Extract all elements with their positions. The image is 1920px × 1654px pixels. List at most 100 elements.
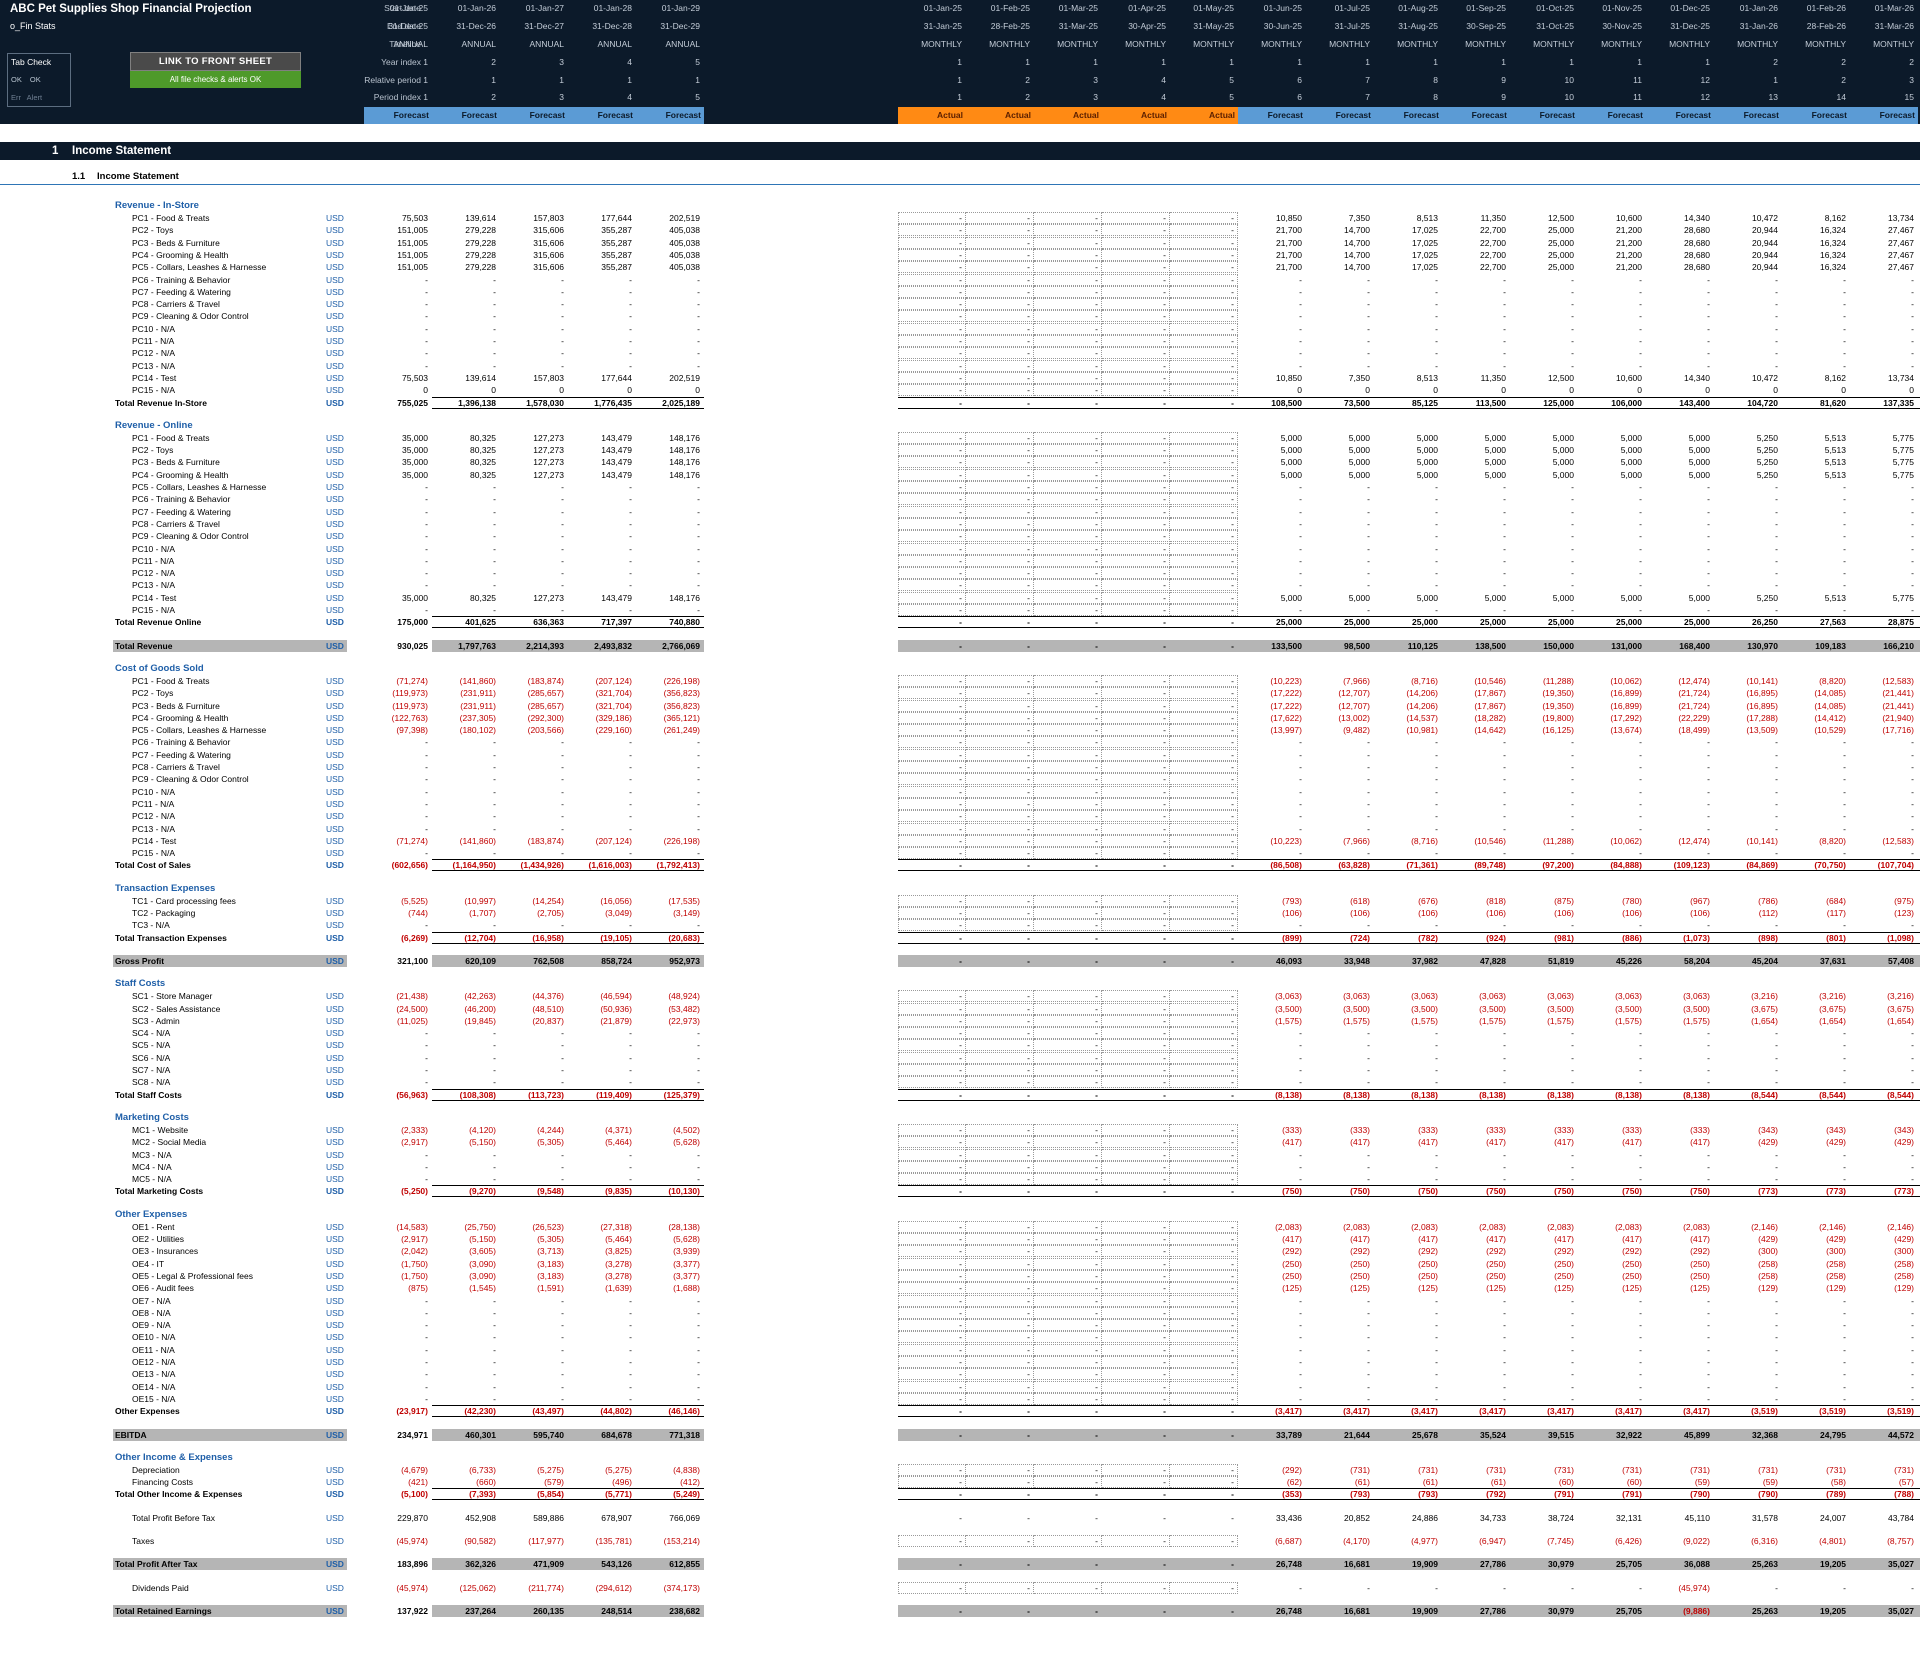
annual-value[interactable]: (6,269) — [364, 932, 432, 944]
monthly-value[interactable]: - — [1510, 604, 1578, 616]
annual-value[interactable]: (292,300) — [500, 712, 568, 724]
annual-value[interactable]: - — [500, 1295, 568, 1307]
monthly-value[interactable]: - — [1102, 1558, 1170, 1570]
monthly-value[interactable]: - — [1714, 1173, 1782, 1185]
annual-value[interactable]: 143,479 — [568, 432, 636, 444]
monthly-value[interactable]: 16,324 — [1782, 261, 1850, 273]
annual-value[interactable]: (28,138) — [636, 1221, 704, 1233]
monthly-value[interactable]: - — [966, 543, 1034, 555]
monthly-value[interactable]: - — [1442, 847, 1510, 859]
monthly-value[interactable]: 17,025 — [1374, 224, 1442, 236]
monthly-value[interactable]: (125) — [1238, 1282, 1306, 1294]
monthly-value[interactable]: - — [1578, 1331, 1646, 1343]
monthly-value[interactable]: (14,206) — [1374, 700, 1442, 712]
monthly-value[interactable]: 25,263 — [1714, 1558, 1782, 1570]
monthly-value[interactable]: - — [1646, 1064, 1714, 1076]
monthly-value[interactable]: - — [1170, 1089, 1238, 1101]
monthly-value[interactable]: - — [1510, 1076, 1578, 1088]
monthly-value[interactable]: - — [1170, 955, 1238, 967]
monthly-value[interactable]: - — [1578, 1368, 1646, 1380]
monthly-value[interactable]: - — [1782, 604, 1850, 616]
annual-value[interactable]: 148,176 — [636, 432, 704, 444]
monthly-value[interactable]: - — [1170, 1381, 1238, 1393]
monthly-value[interactable]: - — [1034, 567, 1102, 579]
monthly-value[interactable]: - — [1850, 604, 1918, 616]
annual-value[interactable]: 248,514 — [568, 1605, 636, 1617]
monthly-value[interactable]: - — [966, 237, 1034, 249]
monthly-value[interactable]: (125) — [1646, 1282, 1714, 1294]
monthly-value[interactable]: - — [1306, 1039, 1374, 1051]
monthly-value[interactable]: - — [1646, 506, 1714, 518]
monthly-value[interactable]: - — [1782, 798, 1850, 810]
annual-value[interactable]: - — [432, 773, 500, 785]
monthly-value[interactable]: - — [1782, 1344, 1850, 1356]
monthly-value[interactable]: - — [966, 506, 1034, 518]
monthly-value[interactable]: - — [1646, 1393, 1714, 1405]
monthly-value[interactable]: 37,982 — [1374, 955, 1442, 967]
monthly-value[interactable]: - — [1102, 1429, 1170, 1441]
annual-value[interactable]: - — [636, 773, 704, 785]
monthly-value[interactable]: - — [898, 397, 966, 409]
monthly-value[interactable]: (3,675) — [1782, 1003, 1850, 1015]
monthly-value[interactable]: - — [1306, 798, 1374, 810]
annual-value[interactable]: 405,038 — [636, 249, 704, 261]
monthly-value[interactable]: (750) — [1238, 1185, 1306, 1197]
monthly-value[interactable]: - — [1646, 335, 1714, 347]
monthly-value[interactable]: - — [1034, 1258, 1102, 1270]
monthly-value[interactable]: (3,063) — [1238, 990, 1306, 1002]
monthly-value[interactable]: - — [1578, 530, 1646, 542]
monthly-value[interactable]: - — [1102, 286, 1170, 298]
annual-value[interactable]: (3,090) — [432, 1270, 500, 1282]
monthly-value[interactable]: - — [1646, 761, 1714, 773]
monthly-value[interactable]: - — [1170, 932, 1238, 944]
monthly-value[interactable]: - — [1170, 761, 1238, 773]
monthly-value[interactable]: - — [1238, 274, 1306, 286]
monthly-value[interactable]: - — [1782, 1149, 1850, 1161]
annual-value[interactable]: 151,005 — [364, 261, 432, 273]
monthly-value[interactable]: - — [1850, 798, 1918, 810]
monthly-value[interactable]: - — [966, 1405, 1034, 1417]
monthly-value[interactable]: - — [1102, 469, 1170, 481]
monthly-value[interactable]: - — [1238, 1027, 1306, 1039]
annual-value[interactable]: - — [500, 736, 568, 748]
monthly-value[interactable]: - — [1170, 310, 1238, 322]
monthly-value[interactable]: (924) — [1442, 932, 1510, 944]
monthly-value[interactable]: - — [1850, 310, 1918, 322]
monthly-value[interactable]: - — [1646, 360, 1714, 372]
monthly-value[interactable]: - — [1034, 1381, 1102, 1393]
monthly-value[interactable]: - — [1442, 347, 1510, 359]
monthly-value[interactable]: - — [1374, 773, 1442, 785]
monthly-value[interactable]: (417) — [1578, 1233, 1646, 1245]
monthly-value[interactable]: 16,324 — [1782, 224, 1850, 236]
monthly-value[interactable]: (791) — [1510, 1488, 1578, 1500]
monthly-value[interactable]: - — [1578, 786, 1646, 798]
monthly-value[interactable]: - — [966, 274, 1034, 286]
monthly-value[interactable]: (3,417) — [1442, 1405, 1510, 1417]
monthly-value[interactable]: - — [1034, 700, 1102, 712]
monthly-value[interactable]: - — [1034, 798, 1102, 810]
annual-value[interactable]: (42,263) — [432, 990, 500, 1002]
monthly-value[interactable]: 21,700 — [1238, 224, 1306, 236]
monthly-value[interactable]: - — [898, 298, 966, 310]
monthly-value[interactable]: 22,700 — [1442, 224, 1510, 236]
monthly-value[interactable]: - — [1238, 1393, 1306, 1405]
monthly-value[interactable]: - — [1102, 616, 1170, 628]
monthly-value[interactable]: - — [1170, 274, 1238, 286]
monthly-value[interactable]: - — [1714, 347, 1782, 359]
annual-value[interactable]: 2,766,069 — [636, 640, 704, 652]
monthly-value[interactable]: 108,500 — [1238, 397, 1306, 409]
annual-value[interactable]: - — [636, 1319, 704, 1331]
monthly-value[interactable]: - — [1510, 518, 1578, 530]
monthly-value[interactable]: - — [1306, 749, 1374, 761]
annual-value[interactable]: 0 — [364, 384, 432, 396]
monthly-value[interactable]: - — [1102, 604, 1170, 616]
monthly-value[interactable]: (8,138) — [1306, 1089, 1374, 1101]
monthly-value[interactable]: - — [1238, 1381, 1306, 1393]
annual-value[interactable]: 771,318 — [636, 1429, 704, 1441]
annual-value[interactable]: (119,973) — [364, 700, 432, 712]
annual-value[interactable]: (1,616,003) — [568, 859, 636, 871]
monthly-value[interactable]: - — [1646, 1039, 1714, 1051]
monthly-value[interactable]: - — [1170, 335, 1238, 347]
annual-value[interactable]: - — [636, 1039, 704, 1051]
monthly-value[interactable]: (8,820) — [1782, 675, 1850, 687]
